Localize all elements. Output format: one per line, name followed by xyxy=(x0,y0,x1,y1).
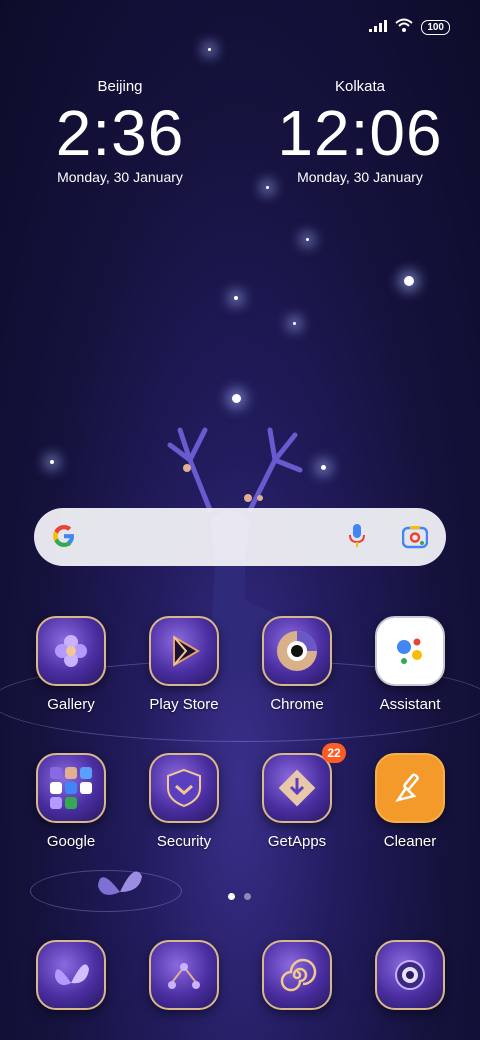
app-label: Google xyxy=(46,833,96,850)
clock-time: 12:06 xyxy=(277,97,443,169)
getapps-icon: 22 xyxy=(262,743,346,823)
sparkle xyxy=(293,322,296,325)
clock-time: 2:36 xyxy=(55,97,185,169)
notification-badge: 22 xyxy=(322,743,346,763)
butterfly-icon xyxy=(36,940,106,1010)
clock-city: Beijing xyxy=(97,78,143,95)
lens-camera-icon[interactable] xyxy=(401,525,429,554)
app-folder-google[interactable]: Google xyxy=(15,753,127,850)
chrome-icon xyxy=(262,616,332,686)
sparkle xyxy=(306,238,309,241)
sparkle xyxy=(234,296,238,300)
app-label: Chrome xyxy=(270,696,324,713)
app-chrome[interactable]: Chrome xyxy=(241,616,353,713)
page-dot-active[interactable] xyxy=(228,893,235,900)
broom-icon xyxy=(375,753,445,823)
folder-icon xyxy=(36,753,106,823)
play-icon xyxy=(149,616,219,686)
app-gallery[interactable]: Gallery xyxy=(15,616,127,713)
clock-date: Monday, 30 January xyxy=(57,169,183,185)
microphone-icon[interactable] xyxy=(348,523,366,554)
clock-widget-kolkata[interactable]: Kolkata 12:06 Monday, 30 January xyxy=(260,78,460,185)
dock-camera[interactable] xyxy=(354,940,466,1010)
app-assistant[interactable]: Assistant xyxy=(354,616,466,713)
app-play-store[interactable]: Play Store xyxy=(128,616,240,713)
spiral-icon xyxy=(262,940,332,1010)
app-label: GetApps xyxy=(267,833,327,850)
app-label: Cleaner xyxy=(383,833,437,850)
dock-messages[interactable] xyxy=(241,940,353,1010)
dock-phone[interactable] xyxy=(15,940,127,1010)
camera-icon xyxy=(375,940,445,1010)
app-cleaner[interactable]: Cleaner xyxy=(354,753,466,850)
shield-icon xyxy=(149,753,219,823)
assistant-icon xyxy=(375,616,445,686)
clock-widget-beijing[interactable]: Beijing 2:36 Monday, 30 January xyxy=(20,78,220,185)
app-label: Security xyxy=(156,833,212,850)
app-security[interactable]: Security xyxy=(128,753,240,850)
page-dot[interactable] xyxy=(244,893,251,900)
clock-city: Kolkata xyxy=(334,78,386,95)
flower-icon xyxy=(36,616,106,686)
page-indicator[interactable] xyxy=(228,893,251,900)
google-g-icon[interactable] xyxy=(50,522,78,555)
sparkle xyxy=(266,186,269,189)
dock-contacts[interactable] xyxy=(128,940,240,1010)
clock-date: Monday, 30 January xyxy=(297,169,423,185)
google-search-bar[interactable] xyxy=(34,508,446,566)
contacts-icon xyxy=(149,940,219,1010)
app-label: Assistant xyxy=(379,696,441,713)
status-bar: 100 xyxy=(369,18,450,37)
wifi-icon xyxy=(395,18,413,37)
signal-icon xyxy=(369,19,388,37)
sparkle xyxy=(404,276,414,286)
sparkle xyxy=(50,460,54,464)
sparkle xyxy=(208,48,211,51)
battery-icon: 100 xyxy=(421,20,450,35)
app-getapps[interactable]: 22 GetApps xyxy=(241,743,353,850)
app-label: Gallery xyxy=(47,696,95,713)
butterfly-decoration xyxy=(98,871,142,895)
app-label: Play Store xyxy=(149,696,219,713)
